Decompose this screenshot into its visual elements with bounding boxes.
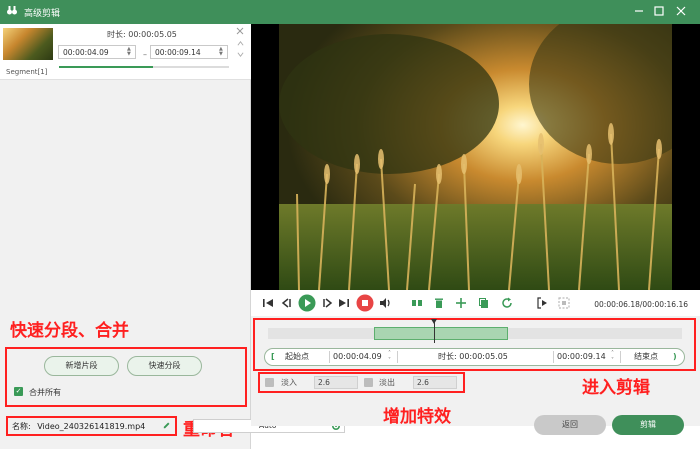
fade-in-value[interactable]: 2.6 bbox=[314, 376, 358, 389]
video-frame-image bbox=[279, 24, 672, 290]
trim-start-value[interactable]: 00:00:04.09 bbox=[333, 349, 382, 365]
merge-all-checkbox[interactable]: ✓ bbox=[14, 387, 23, 396]
filename-field[interactable]: 名称: Video_240326141819.mp4 bbox=[8, 418, 175, 434]
quick-split-button[interactable]: 快速分段 bbox=[127, 356, 202, 376]
fit-to-screen-icon[interactable] bbox=[557, 296, 571, 310]
divider bbox=[620, 351, 621, 363]
annotation-quick-split: 快速分段、合并 bbox=[10, 321, 129, 341]
edit-pencil-icon[interactable] bbox=[162, 421, 171, 430]
skip-to-start-icon[interactable] bbox=[261, 296, 275, 310]
merge-all-label: 合并所有 bbox=[29, 388, 61, 397]
segment-label: Segment[1] bbox=[6, 68, 48, 76]
delete-icon[interactable] bbox=[432, 296, 446, 310]
back-button[interactable]: 返回 bbox=[534, 415, 606, 435]
stop-icon[interactable] bbox=[356, 294, 374, 312]
set-end-button[interactable]: 结束点 bbox=[634, 349, 658, 365]
segment-start-field[interactable]: 00:00:04.09 ▲ ▼ bbox=[58, 45, 136, 59]
window-title: 高级剪辑 bbox=[24, 9, 61, 19]
trim-end-value[interactable]: 00:00:09.14 bbox=[557, 349, 606, 365]
segment-start-value: 00:00:04.09 bbox=[63, 48, 109, 57]
segment-progress-fill bbox=[59, 66, 153, 68]
segment-thumbnail bbox=[3, 28, 53, 60]
trim-duration: 时长: 00:00:05.05 bbox=[438, 352, 508, 361]
split-clip-icon[interactable] bbox=[410, 296, 424, 310]
cut-button[interactable]: 剪辑 bbox=[612, 415, 684, 435]
segment-duration: 时长: 00:00:05.05 bbox=[107, 30, 177, 39]
annotation-box-quick bbox=[5, 347, 247, 407]
volume-icon[interactable] bbox=[378, 296, 392, 310]
spin-arrows-icon[interactable]: ▲ ▼ bbox=[219, 47, 225, 57]
divider bbox=[397, 351, 398, 363]
fade-out-label: 淡出 bbox=[379, 378, 395, 387]
add-icon[interactable] bbox=[454, 296, 468, 310]
player-controls: 00:00:06.18/00:00:16.16 bbox=[251, 292, 700, 316]
filename-label: 名称: bbox=[12, 422, 31, 431]
fade-out-checkbox[interactable] bbox=[364, 378, 373, 387]
divider bbox=[553, 351, 554, 363]
fade-out-value[interactable]: 2.6 bbox=[413, 376, 457, 389]
play-icon[interactable] bbox=[298, 294, 316, 312]
left-bracket-icon: [ bbox=[271, 352, 275, 361]
annotation-add-effects: 增加特效 bbox=[383, 407, 451, 427]
timeline-selection[interactable] bbox=[374, 327, 508, 340]
trim-control-bar: [ 起始点 00:00:04.09 ˄ ˅ 时长: 00:00:05.05 00:… bbox=[264, 348, 685, 366]
fade-in-checkbox[interactable] bbox=[265, 378, 274, 387]
video-frame bbox=[279, 24, 672, 290]
segment-end-field[interactable]: 00:00:09.14 ▲ ▼ bbox=[150, 45, 228, 59]
app-logo-icon bbox=[7, 6, 17, 15]
previous-frame-icon[interactable] bbox=[279, 296, 293, 310]
next-frame-icon[interactable] bbox=[321, 296, 335, 310]
spin-arrows-icon[interactable]: ▲ ▼ bbox=[127, 47, 133, 57]
remove-segment-icon[interactable] bbox=[236, 27, 244, 35]
right-bracket-icon: ) bbox=[673, 352, 677, 361]
segment-item[interactable]: Segment[1] 时长: 00:00:05.05 00:00:04.09 ▲… bbox=[0, 24, 251, 80]
fade-in-label: 淡入 bbox=[281, 378, 297, 387]
close-icon[interactable] bbox=[674, 4, 688, 18]
title-bar: 高级剪辑 bbox=[0, 0, 700, 24]
copy-icon[interactable] bbox=[477, 296, 491, 310]
minimize-icon[interactable] bbox=[632, 4, 646, 18]
reset-icon[interactable] bbox=[500, 296, 514, 310]
annotation-enter-edit: 进入剪辑 bbox=[582, 378, 650, 398]
new-segment-button[interactable]: 新增片段 bbox=[44, 356, 119, 376]
move-up-icon[interactable] bbox=[237, 40, 244, 47]
set-start-button[interactable]: 起始点 bbox=[285, 349, 309, 365]
end-spin-icon[interactable]: ˄ ˅ bbox=[611, 350, 614, 366]
playhead-line[interactable] bbox=[434, 321, 435, 343]
divider bbox=[329, 351, 330, 363]
set-in-point-icon[interactable] bbox=[536, 296, 550, 310]
skip-to-end-icon[interactable] bbox=[337, 296, 351, 310]
start-spin-icon[interactable]: ˄ ˅ bbox=[388, 350, 391, 366]
segment-end-value: 00:00:09.14 bbox=[155, 48, 201, 57]
range-separator: – bbox=[143, 50, 147, 59]
move-down-icon[interactable] bbox=[237, 51, 244, 58]
filename-value: Video_240326141819.mp4 bbox=[37, 422, 146, 431]
video-preview[interactable] bbox=[251, 24, 700, 290]
playback-timecode: 00:00:06.18/00:00:16.16 bbox=[594, 300, 688, 309]
maximize-icon[interactable] bbox=[652, 4, 666, 18]
